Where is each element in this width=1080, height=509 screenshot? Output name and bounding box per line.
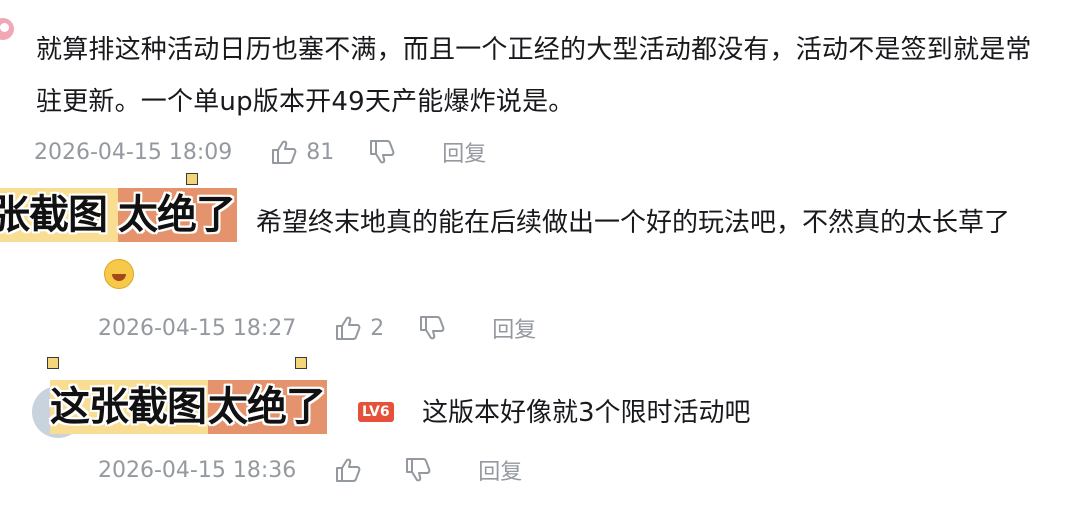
sticker-text-part: 张截图 [0,188,118,242]
comment-text: 就算排这种活动日历也塞不满，而且一个正经的大型活动都没有，活动不是签到就是常驻更… [36,35,1032,117]
level-badge: LV6 [358,402,394,422]
reply-text: 希望终末地真的能在后续做出一个好的玩法吧，不然真的太长草了 [100,196,1040,304]
dislike-button[interactable] [404,457,432,483]
dislike-button[interactable] [368,139,396,165]
like-button[interactable] [334,457,370,483]
thumbs-down-icon [370,140,395,164]
sticker-text-part: 太绝了 [117,188,237,242]
reply-button[interactable]: 回复 [492,312,536,344]
like-button[interactable]: 81 [270,139,334,165]
sticker-text-part: 太绝了 [207,380,327,434]
dislike-button[interactable] [418,315,446,341]
sticker-text-part: 这张截图 [49,380,208,434]
text-sticker[interactable]: 张截图 太绝了 [0,188,237,242]
thumbs-up-icon [336,458,361,482]
thumbs-down-icon [420,316,445,340]
reply-meta: 2026-04-15 18:36 回复 [98,454,522,486]
like-count: 2 [370,315,385,341]
reply-content: 希望终末地真的能在后续做出一个好的玩法吧，不然真的太长草了 [256,208,1011,238]
reply-button[interactable]: 回复 [478,454,522,486]
reply-time: 2026-04-15 18:36 [98,457,297,483]
thumbs-up-icon [272,140,297,164]
like-button[interactable]: 2 [334,315,384,341]
thumbs-down-icon [406,458,431,482]
reply-button[interactable]: 回复 [442,136,486,168]
avatar[interactable] [0,18,14,40]
resize-handle[interactable] [295,357,307,369]
like-count: 81 [306,139,335,165]
laugh-cry-emoji-icon [104,259,134,289]
thumbs-up-icon [336,316,361,340]
reply-time: 2026-04-15 18:27 [98,315,297,341]
comment-meta: 2026-04-15 18:09 81 回复 [34,136,486,168]
resize-handle[interactable] [47,357,59,369]
avatar-face [0,23,9,32]
resize-handle[interactable] [186,173,198,185]
text-sticker[interactable]: 这张截图 太绝了 [49,380,327,434]
reply-meta: 2026-04-15 18:27 2 回复 [98,312,536,344]
comment-time: 2026-04-15 18:09 [34,139,233,165]
reply-text: 这版本好像就3个限时活动吧 [422,398,751,428]
